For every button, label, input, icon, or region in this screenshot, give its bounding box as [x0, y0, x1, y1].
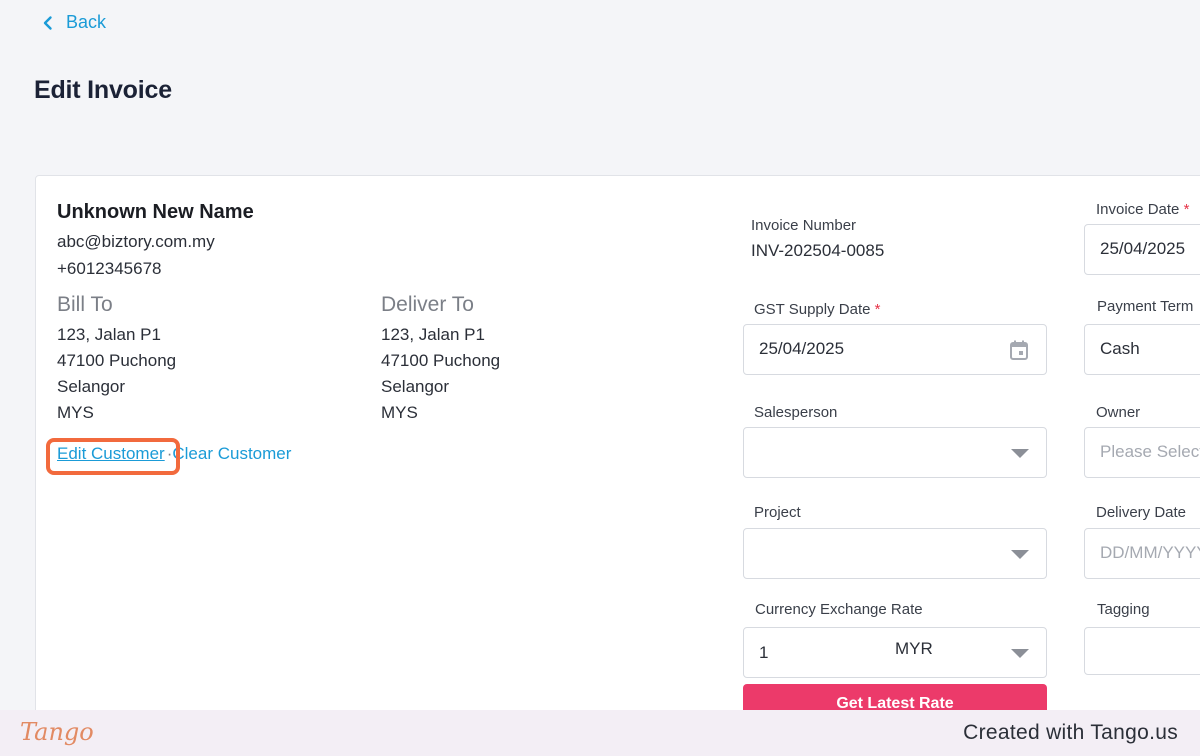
owner-placeholder: Please Select — [1100, 442, 1200, 461]
chevron-left-icon — [43, 15, 52, 30]
required-mark: * — [1183, 201, 1190, 218]
salesperson-select[interactable] — [743, 427, 1047, 478]
project-select[interactable] — [743, 528, 1047, 579]
address-line: MYS — [381, 403, 418, 422]
customer-name: Unknown New Name — [57, 201, 254, 223]
currency-exchange-rate-label: Currency Exchange Rate — [755, 601, 923, 618]
invoice-date-value: 25/04/2025 — [1100, 239, 1186, 258]
deliver-to-address: Deliver To 123, Jalan P1 47100 Puchong S… — [381, 293, 641, 426]
salesperson-label: Salesperson — [754, 404, 838, 421]
tagging-field[interactable] — [1084, 627, 1200, 675]
invoice-card: Unknown New Name abc@biztory.com.my +601… — [35, 175, 1200, 735]
project-label: Project — [754, 504, 801, 521]
currency-select-value[interactable]: MYR — [895, 639, 933, 659]
address-line: Selangor — [381, 377, 450, 396]
address-line: 47100 Puchong — [381, 351, 501, 370]
invoice-number-value: INV-202504-0085 — [751, 241, 885, 260]
click-highlight-frame — [46, 438, 180, 475]
invoice-date-field[interactable]: 25/04/2025 — [1084, 224, 1200, 275]
created-with-text: Created with Tango.us — [963, 721, 1178, 744]
customer-phone: +6012345678 — [57, 259, 162, 278]
back-label: Back — [66, 12, 107, 32]
gst-supply-date-value: 25/04/2025 — [759, 339, 845, 358]
invoice-date-label-text: Invoice Date — [1096, 201, 1180, 218]
tango-logo: Tango — [20, 718, 94, 746]
back-link[interactable]: Back — [40, 12, 106, 33]
bill-to-heading: Bill To — [57, 293, 113, 316]
delivery-date-label: Delivery Date — [1096, 504, 1187, 521]
payment-term-value: Cash — [1100, 339, 1140, 358]
exchange-rate-field[interactable]: 1 MYR — [743, 627, 1047, 678]
calendar-icon[interactable] — [1010, 340, 1028, 360]
chevron-down-icon — [1011, 449, 1029, 458]
owner-label: Owner — [1096, 404, 1141, 421]
customer-email: abc@biztory.com.my — [57, 232, 215, 251]
gst-supply-date-label: GST Supply Date * — [754, 301, 880, 318]
bill-to-address: Bill To 123, Jalan P1 47100 Puchong Sela… — [57, 293, 317, 426]
deliver-to-heading: Deliver To — [381, 293, 474, 316]
address-line: MYS — [57, 403, 94, 422]
invoice-number-label: Invoice Number — [751, 217, 857, 234]
delivery-date-placeholder: DD/MM/YYYY — [1100, 543, 1200, 562]
clear-customer-link[interactable]: Clear Customer — [172, 444, 291, 464]
payment-term-select[interactable]: Cash — [1084, 324, 1200, 375]
exchange-rate-value: 1 — [759, 643, 769, 662]
address-line: 47100 Puchong — [57, 351, 177, 370]
address-line: Selangor — [57, 377, 126, 396]
gst-supply-date-field[interactable]: 25/04/2025 — [743, 324, 1047, 375]
payment-term-label: Payment Term — [1097, 298, 1194, 315]
gst-supply-date-label-text: GST Supply Date — [754, 301, 871, 318]
owner-select[interactable]: Please Select — [1084, 427, 1200, 478]
chevron-down-icon — [1011, 550, 1029, 559]
required-mark: * — [874, 301, 881, 318]
address-line: 123, Jalan P1 — [381, 325, 485, 344]
invoice-date-label: Invoice Date * — [1096, 201, 1189, 218]
delivery-date-field[interactable]: DD/MM/YYYY — [1084, 528, 1200, 579]
tango-footer: Tango Created with Tango.us — [0, 710, 1200, 756]
address-line: 123, Jalan P1 — [57, 325, 161, 344]
tagging-label: Tagging — [1097, 601, 1150, 618]
chevron-down-icon[interactable] — [1011, 649, 1029, 658]
page-title: Edit Invoice — [34, 76, 172, 104]
